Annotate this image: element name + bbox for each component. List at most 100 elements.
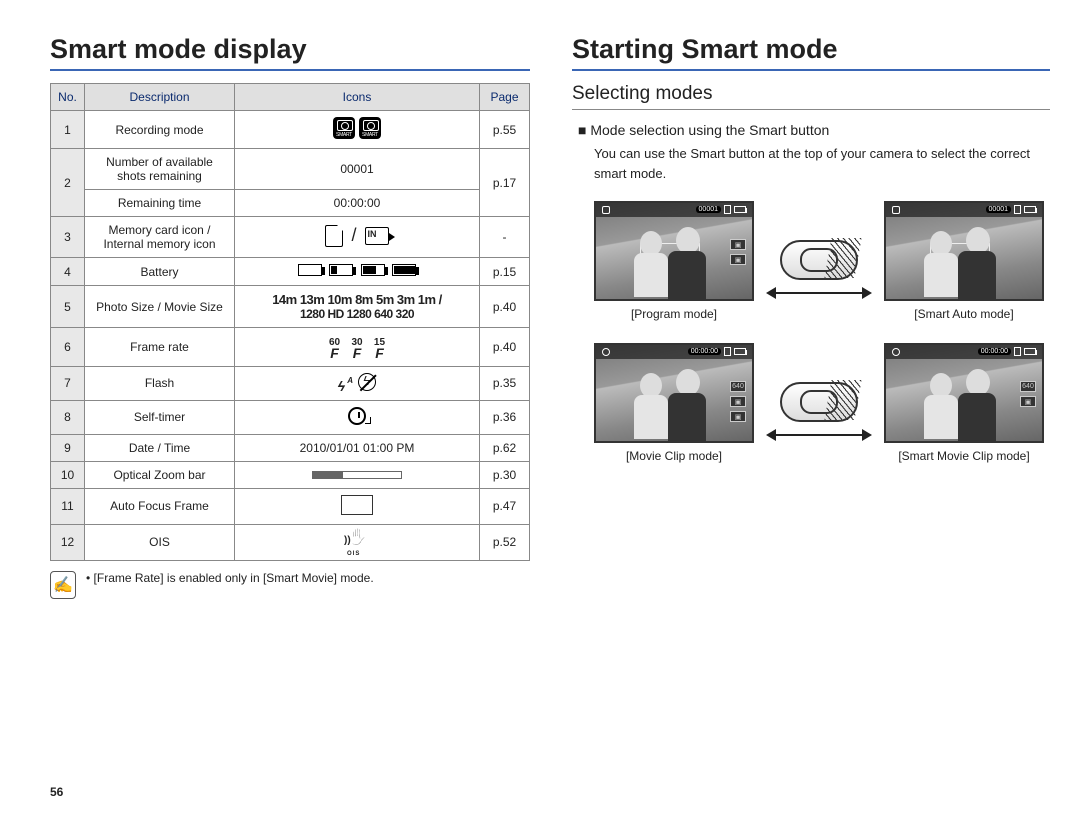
- battery-mini-icon: [1024, 348, 1036, 355]
- smart-button-cell: [764, 201, 874, 321]
- battery-mini-icon: [1024, 206, 1036, 213]
- table-row: 2 Number of available shots remaining 00…: [51, 149, 530, 190]
- cell-desc: OIS: [85, 524, 235, 560]
- battery-mid-icon: [361, 264, 385, 276]
- photo-size-icons: 14m 13m 10m 8m 5m 3m 1m /: [241, 292, 473, 307]
- cell-desc: Memory card icon / Internal memory icon: [85, 217, 235, 258]
- cell-page: p.47: [480, 488, 530, 524]
- cell-desc: Photo Size / Movie Size: [85, 286, 235, 328]
- thumb-time: 00:00:00: [978, 348, 1011, 355]
- camera-smart-movie-icon: SMART: [359, 117, 381, 139]
- flash-off-icon: [358, 373, 376, 391]
- mode-label: [Smart Movie Clip mode]: [884, 449, 1044, 463]
- cell-icons: 60F 30F 15F: [235, 328, 480, 367]
- side-box-icon: ▣: [730, 396, 746, 407]
- cell-icons: ϟ: [235, 366, 480, 400]
- internal-memory-icon: [365, 227, 389, 245]
- cell-desc: Battery: [85, 258, 235, 286]
- table-row: 6 Frame rate 60F 30F 15F p.40: [51, 328, 530, 367]
- mode-cell-movie: 00:00:00 640 ▣ ▣ [Movie Clip mode]: [594, 343, 754, 463]
- mode-indicator-icon: [892, 348, 900, 356]
- cell-desc: Flash: [85, 366, 235, 400]
- left-title: Smart mode display: [50, 34, 530, 71]
- cell-no: 10: [51, 461, 85, 488]
- note-icon: ✍: [50, 571, 76, 599]
- cell-page: p.40: [480, 286, 530, 328]
- left-column: Smart mode display No. Description Icons…: [50, 34, 530, 805]
- slash-icon: /: [351, 225, 356, 246]
- cell-no: 6: [51, 328, 85, 367]
- cell-icons: [235, 461, 480, 488]
- movie-size-icons: 1280 HD 1280 640 320: [241, 307, 473, 321]
- side-res-label: 640: [730, 381, 746, 392]
- flash-auto-icon: ϟ: [338, 378, 345, 394]
- side-box-icon: ▣: [730, 411, 746, 422]
- cell-no: 1: [51, 111, 85, 149]
- cell-desc: Recording mode: [85, 111, 235, 149]
- people-illustration: [916, 225, 1016, 299]
- table-row: 4 Battery p.15: [51, 258, 530, 286]
- side-box-icon: ▣: [730, 239, 746, 250]
- cell-icons: /: [235, 217, 480, 258]
- cell-page: p.15: [480, 258, 530, 286]
- cell-page: p.40: [480, 328, 530, 367]
- right-heading: Mode selection using the Smart button: [578, 122, 1050, 138]
- self-timer-icon: [348, 407, 366, 425]
- table-row: 1 Recording mode SMART SMART p.55: [51, 111, 530, 149]
- cell-icons: ))OIS: [235, 524, 480, 560]
- mode-cell-smart-movie: 00:00:00 640 ▣ [Smart Movie Clip mode]: [884, 343, 1044, 463]
- side-res-label: 640: [1020, 381, 1036, 392]
- page-number: 56: [50, 785, 63, 799]
- table-row: 8 Self-timer p.36: [51, 400, 530, 434]
- camera-smart-icon: SMART: [333, 117, 355, 139]
- cell-desc: Self-timer: [85, 400, 235, 434]
- cell-desc: Optical Zoom bar: [85, 461, 235, 488]
- mode-label: [Movie Clip mode]: [594, 449, 754, 463]
- cell-icons: [235, 488, 480, 524]
- thumb-movie: 00:00:00 640 ▣ ▣: [594, 343, 754, 443]
- battery-mini-icon: [734, 206, 746, 213]
- cell-page: p.35: [480, 366, 530, 400]
- cell-page: p.36: [480, 400, 530, 434]
- table-row: 7 Flash ϟ p.35: [51, 366, 530, 400]
- double-arrow-icon: [768, 292, 870, 294]
- table-row: 9 Date / Time 2010/01/01 01:00 PM p.62: [51, 434, 530, 461]
- mode-label: [Program mode]: [594, 307, 754, 321]
- cell-desc: Remaining time: [85, 190, 235, 217]
- table-row: 12 OIS ))OIS p.52: [51, 524, 530, 560]
- right-column: Starting Smart mode Selecting modes Mode…: [572, 34, 1050, 805]
- cell-no: 2: [51, 149, 85, 217]
- cell-no: 12: [51, 524, 85, 560]
- sd-card-icon: [325, 225, 343, 247]
- thumb-counter: 00001: [986, 206, 1011, 213]
- af-frame-icon: [341, 495, 373, 515]
- sd-mini-icon: [724, 347, 731, 356]
- cell-page: p.17: [480, 149, 530, 217]
- sd-mini-icon: [1014, 205, 1021, 214]
- cell-no: 8: [51, 400, 85, 434]
- table-row: 5 Photo Size / Movie Size 14m 13m 10m 8m…: [51, 286, 530, 328]
- mode-cell-program: 00001 ▣▣ [Program mode]: [594, 201, 754, 321]
- thumb-program: 00001 ▣▣: [594, 201, 754, 301]
- table-row: 3 Memory card icon / Internal memory ico…: [51, 217, 530, 258]
- icon-table: No. Description Icons Page 1 Recording m…: [50, 83, 530, 561]
- mode-indicator-icon: [892, 206, 900, 214]
- smart-button-icon: [780, 382, 858, 422]
- cell-page: -: [480, 217, 530, 258]
- right-subtitle: Selecting modes: [572, 83, 1050, 110]
- battery-empty-icon: [298, 264, 322, 276]
- frame-rate-30-icon: 30F: [351, 338, 362, 360]
- smart-button-icon: [780, 240, 858, 280]
- right-body: You can use the Smart button at the top …: [594, 144, 1050, 183]
- side-box-icon: ▣: [1020, 396, 1036, 407]
- note-row: ✍ • [Frame Rate] is enabled only in [Sma…: [50, 571, 530, 599]
- people-illustration: [916, 367, 1016, 441]
- people-illustration: [626, 367, 726, 441]
- thumb-counter: 00001: [696, 206, 721, 213]
- table-row: Remaining time 00:00:00: [51, 190, 530, 217]
- cell-icons: 2010/01/01 01:00 PM: [235, 434, 480, 461]
- mode-cell-smart-auto: 00001 [Smart Auto mode]: [884, 201, 1044, 321]
- note-text: • [Frame Rate] is enabled only in [Smart…: [86, 571, 374, 585]
- thumb-time: 00:00:00: [688, 348, 721, 355]
- cell-desc: Frame rate: [85, 328, 235, 367]
